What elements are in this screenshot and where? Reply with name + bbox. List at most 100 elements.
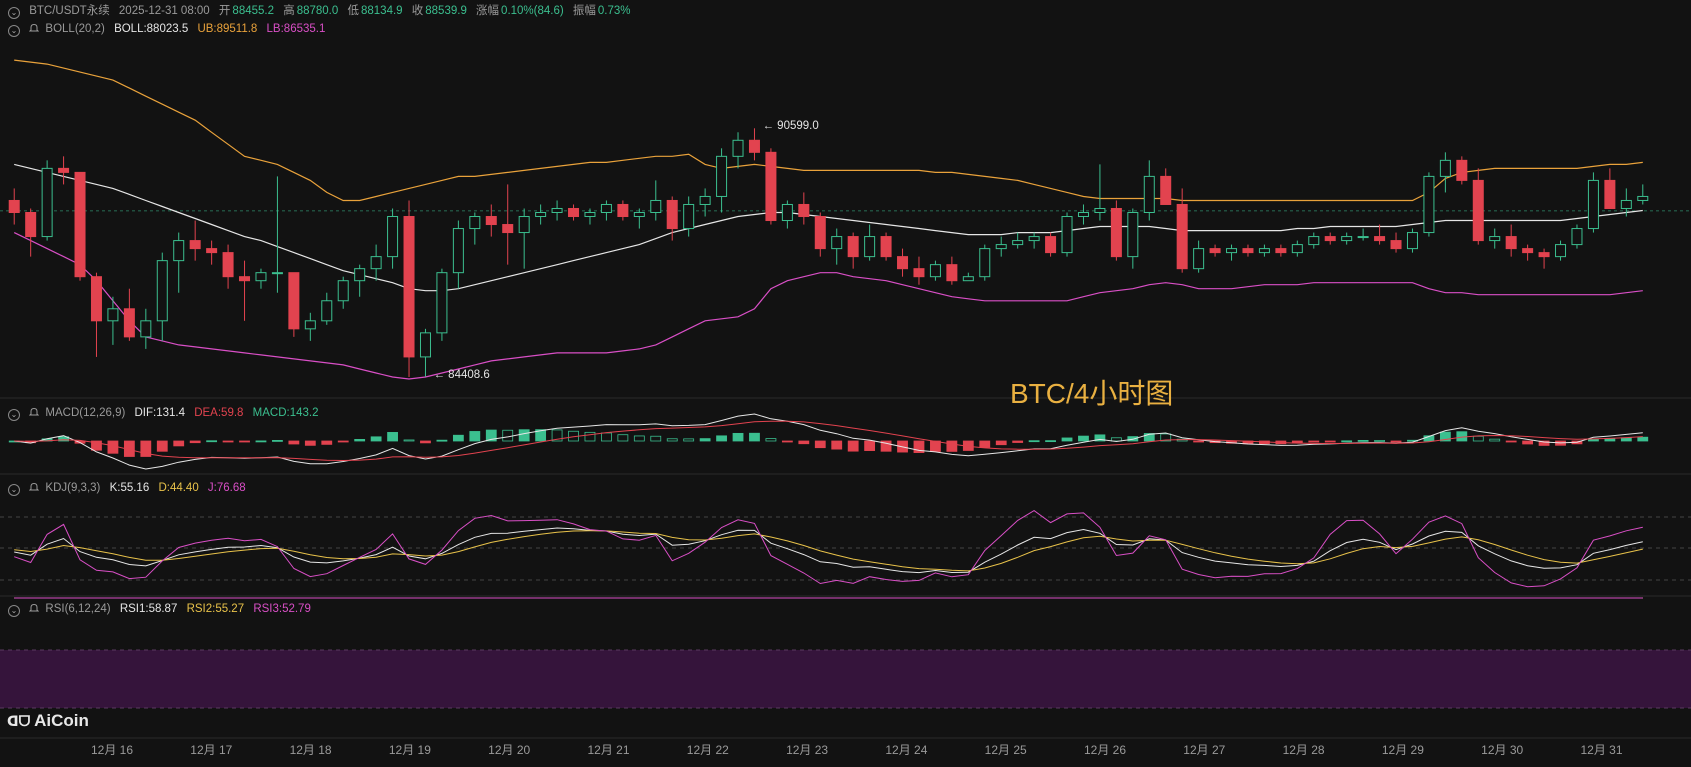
chevron-down-icon[interactable]: ⌄ [8,25,20,37]
candle-body [8,199,20,214]
date-tick-label: 12月 20 [488,743,531,757]
macd-bar [239,440,250,443]
boll-upper-line [14,59,1643,202]
candle-body [288,272,300,330]
macd-bar [222,440,234,443]
macd-bar [1193,440,1205,443]
symbol-label[interactable]: BTC/USDT永续 [29,5,110,17]
candle-body [1439,159,1451,177]
boll-name[interactable]: BOLL(20,2) [45,23,104,35]
macd-bar [814,440,826,449]
chevron-down-icon[interactable]: ⌄ [8,409,20,421]
macd-bar [206,440,218,443]
bell-icon[interactable] [29,482,40,492]
chevron-down-icon[interactable]: ⌄ [8,7,20,19]
candle-body [1226,248,1238,254]
candle-body [798,203,810,218]
macd-bar [452,434,464,442]
candle-body [929,264,941,278]
candle-body [1587,179,1599,230]
macd-bar [1374,440,1385,442]
candle-body [222,252,234,278]
bell-icon[interactable] [29,23,40,33]
date-tick-label: 12月 17 [190,743,233,757]
candle-body [1127,212,1139,258]
bell-icon[interactable] [29,603,40,613]
macd-bar [699,438,711,442]
open-value: 88455.2 [232,5,274,17]
macd-bar [436,439,448,442]
macd-dif-value: DIF:131.4 [134,407,186,419]
macd-bar [1308,440,1320,443]
macd-bar [420,440,431,444]
macd-bar [1357,440,1369,442]
macd-bar [370,436,382,442]
candle-body [1637,195,1649,201]
candle-body [123,308,135,338]
macd-value: MACD:143.2 [252,407,319,419]
boll-lb-value: LB:86535.1 [266,23,326,35]
candle-body [1110,207,1122,258]
kdj-k-line [14,527,1643,574]
macd-bar [781,440,793,443]
candle-body [370,256,382,270]
date-tick-label: 12月 19 [388,743,431,757]
candle-body [452,228,464,274]
macd-bar [617,434,629,442]
candle-body [1423,175,1435,234]
kdj-pane [14,510,1643,588]
chevron-down-icon[interactable]: ⌄ [8,484,20,496]
high-price-marker: ← 90599.0 [762,120,819,133]
macd-bar [387,432,398,442]
candle-body [1160,175,1172,205]
candle-body [189,240,201,250]
macd-bar [847,440,859,452]
low-value: 88134.9 [360,5,403,17]
candle-body [946,264,958,282]
macd-bar [1522,440,1534,445]
candle-body [1390,240,1402,250]
candle-body [1275,248,1287,254]
candle-body [699,195,711,205]
candle-body [568,207,580,218]
candle-body [1045,236,1057,254]
candle-body [1308,236,1320,246]
macd-bar [633,435,645,442]
candle-body [107,308,119,322]
candle-body [732,139,744,157]
candle-body [716,155,728,197]
macd-header: ⌄ MACD(12,26,9) DIF:131.4 DEA:59.8 MACD:… [8,406,324,421]
candle-body [683,203,695,230]
macd-bar [864,440,876,451]
candle-body [617,203,629,218]
chevron-down-icon[interactable]: ⌄ [8,605,20,617]
kdj-name[interactable]: KDJ(9,3,3) [45,482,100,494]
candle-body [173,240,185,262]
aicoin-logo: ᗡᗜ AiCoin [7,711,89,731]
candle-body [666,199,678,230]
chart-canvas[interactable] [0,0,1691,767]
high-price-text: 90599.0 [777,120,819,133]
rsi-name[interactable]: RSI(6,12,24) [45,603,110,615]
date-tick-label: 12月 22 [686,743,729,757]
candle-body [781,203,793,222]
macd-bar [337,440,349,443]
candle-body [1472,179,1484,242]
candle-body [1143,175,1155,214]
candle-body [995,244,1007,250]
candle-body [1028,236,1040,242]
bell-icon[interactable] [29,407,40,417]
macd-bar [930,440,941,452]
candle-body [962,276,974,282]
macd-bar [601,432,612,442]
macd-name[interactable]: MACD(12,26,9) [45,407,125,419]
chart-window: ⌄ BTC/USDT永续 2025-12-31 08:00 开 88455.2 高… [0,0,1691,767]
macd-bar [749,432,760,442]
date-tick-label: 12月 27 [1183,743,1226,757]
macd-bar [584,431,596,442]
macd-bar [304,440,316,446]
candle-body [551,207,563,214]
macd-bar [1505,440,1517,443]
kdj-j-value: J:76.68 [207,482,246,494]
main-header: ⌄ BTC/USDT永续 2025-12-31 08:00 开 88455.2 高… [8,4,637,19]
